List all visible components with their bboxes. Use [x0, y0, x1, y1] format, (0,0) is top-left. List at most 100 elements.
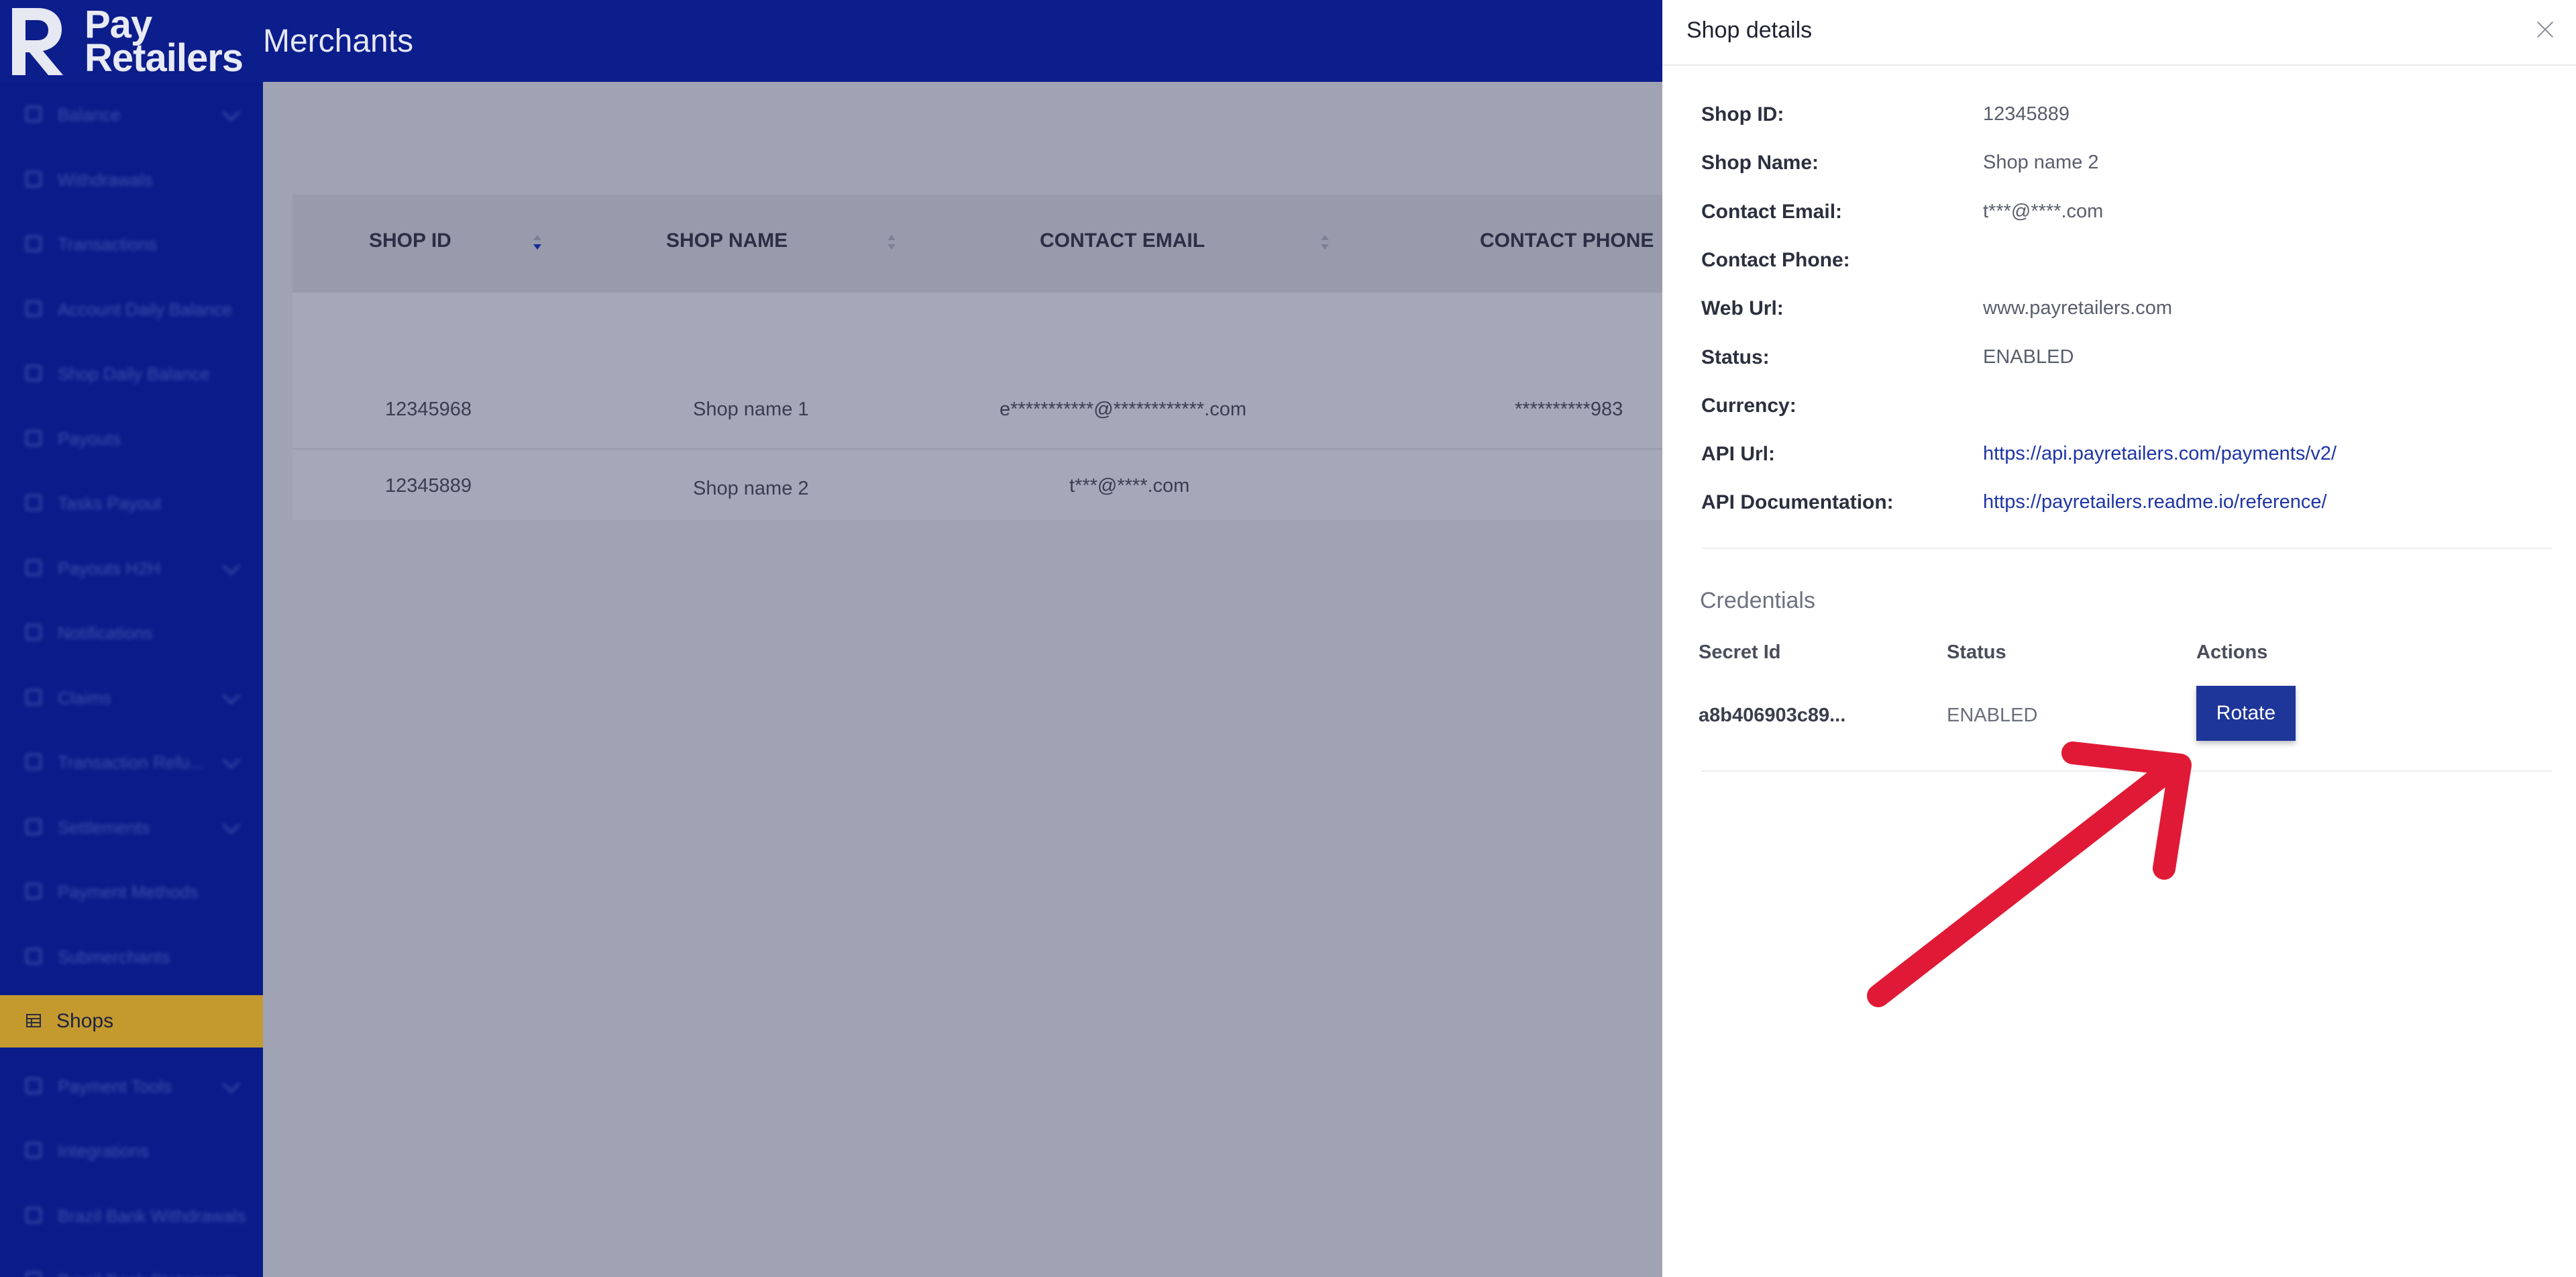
sidebar-item-payouts-h2h[interactable]: Payouts H2H — [0, 542, 263, 595]
section-divider — [1701, 548, 2552, 549]
tasks-icon — [25, 495, 42, 511]
payouts-icon — [25, 429, 42, 446]
bank-statements-icon — [25, 1272, 42, 1277]
field-label: Contact Email: — [1701, 200, 1843, 223]
sidebar-item-settlements[interactable]: Settlements — [0, 801, 263, 854]
sidebar-item-payment-tools[interactable]: Payment Tools — [0, 1060, 263, 1113]
claims-icon — [25, 688, 42, 705]
sidebar-item-notifications[interactable]: Notifications — [0, 607, 263, 659]
row-divider — [292, 448, 1674, 450]
chevron-down-icon[interactable] — [222, 686, 240, 705]
credentials-header-status: Status — [1947, 642, 2006, 663]
sidebar-item-label: Settlements — [58, 817, 150, 837]
cell-shop-name: Shop name 1 — [693, 399, 809, 420]
account-balance-icon — [25, 300, 42, 317]
sidebar-item-label: Tasks Payout — [58, 493, 162, 513]
sidebar-item-balance[interactable]: Balance — [0, 89, 263, 141]
payment-methods-icon — [25, 883, 42, 899]
field-value: www.payretailers.com — [1983, 297, 2173, 319]
cell-shop-id: 12345889 — [385, 475, 472, 497]
sidebar: Balance Withdrawals Transactions Account Da… — [0, 82, 263, 1277]
sort-shop-name-icon[interactable] — [885, 234, 898, 252]
chevron-down-icon[interactable] — [222, 103, 240, 121]
credential-secret-id: a8b406903c89... — [1699, 705, 1846, 726]
payment-tools-icon — [25, 1077, 42, 1094]
notifications-icon — [25, 624, 42, 640]
field-label: Status: — [1701, 346, 1770, 368]
sort-contact-email-icon[interactable] — [1319, 234, 1331, 252]
submerchants-icon — [25, 948, 42, 964]
sidebar-item-label: Transactions — [58, 234, 157, 254]
payretailers-logo[interactable]: Pay Retailers — [5, 1, 254, 81]
field-label: Currency: — [1701, 394, 1796, 417]
sidebar-item-payment-methods[interactable]: Payment Methods — [0, 866, 263, 918]
chevron-down-icon[interactable] — [222, 815, 240, 834]
chevron-down-icon[interactable] — [222, 1074, 240, 1093]
sidebar-item-label: Payouts H2H — [58, 558, 161, 578]
credentials-title: Credentials — [1700, 588, 1815, 613]
column-header-shop-id[interactable]: SHOP ID — [369, 229, 451, 252]
column-header-contact-phone[interactable]: CONTACT PHONE — [1480, 229, 1654, 252]
field-value: t***@****.com — [1983, 200, 2104, 222]
sidebar-item-shops[interactable]: Shops — [0, 995, 263, 1048]
sidebar-item-payouts[interactable]: Payouts — [0, 413, 263, 465]
sidebar-item-account-daily-balance[interactable]: Account Daily Balance — [0, 283, 263, 336]
close-icon[interactable] — [2533, 17, 2557, 42]
column-header-contact-email[interactable]: CONTACT EMAIL — [1040, 229, 1205, 252]
field-value-link[interactable]: https://payretailers.readme.io/reference… — [1983, 491, 2327, 513]
field-label: Shop ID: — [1701, 103, 1784, 125]
main-content-overlay[interactable]: SHOP ID SHOP NAME CONTACT EMAIL CONTACT … — [263, 82, 1674, 1277]
shop-balance-icon — [25, 365, 42, 381]
credentials-header-secret-id: Secret Id — [1699, 642, 1781, 663]
column-header-shop-name[interactable]: SHOP NAME — [666, 229, 788, 252]
shops-icon — [26, 1014, 41, 1027]
field-value: ENABLED — [1983, 346, 2074, 368]
sidebar-item-integrations[interactable]: Integrations — [0, 1125, 263, 1177]
sidebar-item-label: Claims — [58, 687, 111, 708]
integrations-icon — [25, 1142, 42, 1158]
logo-text-retailers: Retailers — [85, 36, 244, 80]
cell-contact-email: e***********@************.com — [1000, 399, 1246, 420]
sidebar-item-claims[interactable]: Claims — [0, 672, 263, 724]
sidebar-item-brazil-bank-withdrawals[interactable]: Brazil Bank Withdrawals — [0, 1190, 263, 1242]
settlements-icon — [25, 818, 42, 835]
field-label: Contact Phone: — [1701, 248, 1850, 271]
sidebar-item-shop-daily-balance[interactable]: Shop Daily Balance — [0, 348, 263, 400]
sidebar-item-transaction-refu[interactable]: Transaction Refu... — [0, 736, 263, 788]
refund-icon — [25, 754, 42, 770]
sidebar-item-label: Brazil Bank Withdrawals — [58, 1205, 246, 1226]
sidebar-item-label: Transaction Refu... — [58, 752, 205, 772]
sidebar-item-submerchants[interactable]: Submerchants — [0, 931, 263, 983]
shops-table: SHOP ID SHOP NAME CONTACT EMAIL CONTACT … — [292, 195, 1674, 520]
drawer-header: Shop details — [1662, 0, 2576, 66]
sidebar-item-label: Notifications — [58, 623, 153, 643]
sidebar-item-label: Account Daily Balance — [58, 299, 233, 319]
sidebar-item-label: Shops — [56, 1010, 114, 1032]
sidebar-item-label: Payment Tools — [58, 1076, 172, 1096]
page-title: Merchants — [263, 23, 414, 59]
sidebar-item-label: Balance — [58, 105, 121, 125]
top-header: Pay Retailers Merchants — [0, 0, 1662, 82]
field-value: Shop name 2 — [1983, 152, 2099, 174]
cell-contact-phone: **********983 — [1515, 399, 1623, 420]
section-divider — [1701, 770, 2552, 772]
transactions-icon — [25, 236, 42, 252]
sort-shop-id-icon[interactable] — [531, 234, 543, 252]
sidebar-item-transactions[interactable]: Transactions — [0, 218, 263, 270]
chevron-down-icon[interactable] — [222, 556, 240, 575]
rotate-button[interactable]: Rotate — [2196, 686, 2296, 741]
sidebar-item-label: Payment Methods — [58, 882, 199, 902]
field-value-link[interactable]: https://api.payretailers.com/payments/v2… — [1983, 443, 2337, 465]
sidebar-item-label: Withdrawals — [58, 169, 153, 190]
cell-shop-name: Shop name 2 — [693, 478, 809, 499]
sidebar-item-label: Submerchants — [58, 946, 170, 967]
sidebar-item-tasks-payout[interactable]: Tasks Payout — [0, 477, 263, 529]
sidebar-item-brazil-bank-statements[interactable]: Brazil Bank Statements — [0, 1254, 263, 1277]
credentials-header-actions: Actions — [2196, 642, 2268, 663]
field-label: Shop Name: — [1701, 152, 1819, 174]
balance-icon — [25, 106, 42, 122]
field-label: API Documentation: — [1701, 491, 1894, 514]
sidebar-item-withdrawals[interactable]: Withdrawals — [0, 154, 263, 206]
chevron-down-icon[interactable] — [222, 751, 240, 769]
sidebar-item-label: Shop Daily Balance — [58, 364, 210, 384]
